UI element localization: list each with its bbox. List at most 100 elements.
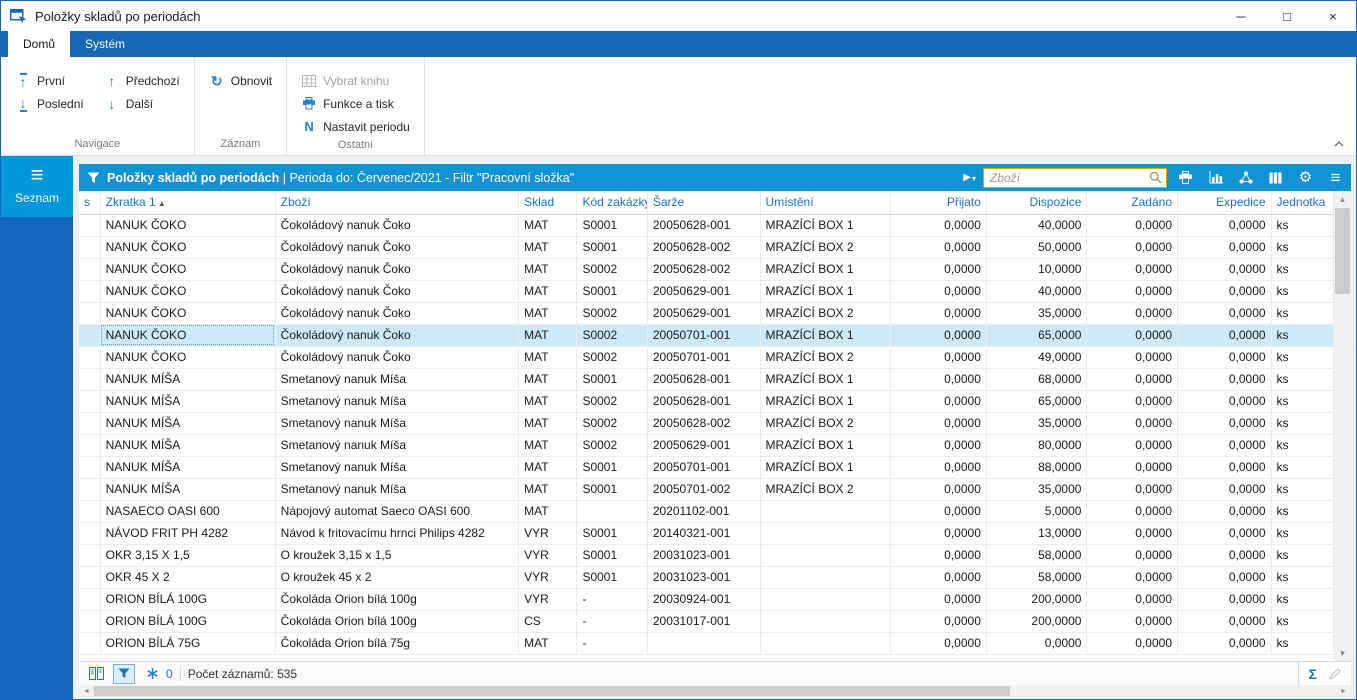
cell-sklad: MAT [519, 214, 577, 236]
cell-dispozice: 13,0000 [986, 522, 1087, 544]
cell-kod-zakazky: S0001 [577, 478, 647, 500]
close-button[interactable]: × [1310, 1, 1356, 31]
table-row[interactable]: NANUK ČOKOČokoládový nanuk ČokoMATS00012… [79, 214, 1334, 236]
table-row[interactable]: NANUK ČOKOČokoládový nanuk ČokoMATS00022… [79, 258, 1334, 280]
vertical-scroll-thumb[interactable] [1335, 208, 1350, 294]
cell-jednotka: ks [1271, 588, 1333, 610]
cell-expedice: 0,0000 [1178, 544, 1272, 566]
table-row[interactable]: NANUK MÍŠASmetanový nanuk MíšaMATS000220… [79, 434, 1334, 456]
scroll-up-button[interactable]: ▲ [1334, 191, 1351, 207]
table-row[interactable]: ORION BÍLÁ 75GČokoláda Orion bílá 75gMAT… [79, 632, 1334, 654]
column-header-s[interactable]: s [79, 191, 100, 214]
horizontal-scrollbar[interactable]: ◄ ► [79, 685, 1351, 697]
table-row[interactable]: NANUK MÍŠASmetanový nanuk MíšaMATS000120… [79, 456, 1334, 478]
table-row[interactable]: NANUK MÍŠASmetanový nanuk MíšaMATS000220… [79, 412, 1334, 434]
table-row[interactable]: ORION BÍLÁ 100GČokoláda Orion bílá 100gC… [79, 610, 1334, 632]
print-toolbar-button[interactable] [1174, 167, 1197, 189]
next-button[interactable]: ↓ Další [100, 97, 184, 111]
settings-toolbar-button[interactable]: ⚙ [1294, 167, 1317, 189]
cell-umisteni: MRAZÍCÍ BOX 1 [760, 390, 891, 412]
select-book-icon [301, 75, 317, 87]
asterisk-icon [147, 668, 158, 679]
grid-area: sZkratka 1 ▲ZbožíSkladKód zakázkyŠaržeUm… [79, 191, 1351, 661]
column-header-umisteni[interactable]: Umístění [760, 191, 891, 214]
cell-sklad: MAT [519, 478, 577, 500]
cell-expedice: 0,0000 [1178, 346, 1272, 368]
table-row[interactable]: NANUK ČOKOČokoládový nanuk ČokoMATS00022… [79, 346, 1334, 368]
column-header-zbozi[interactable]: Zboží [275, 191, 518, 214]
functions-print-button[interactable]: Funkce a tisk [297, 92, 414, 115]
relations-toolbar-button[interactable] [1234, 167, 1257, 189]
first-button[interactable]: ↑ První [11, 73, 88, 89]
cell-jednotka: ks [1271, 258, 1333, 280]
column-header-zkratka1[interactable]: Zkratka 1 ▲ [100, 191, 275, 214]
cell-umisteni: MRAZÍCÍ BOX 1 [760, 434, 891, 456]
sum-button[interactable]: Σ [1309, 667, 1317, 681]
tab-domu[interactable]: Domů [8, 31, 70, 57]
table-row[interactable]: NANUK ČOKOČokoládový nanuk ČokoMATS00022… [79, 302, 1334, 324]
table-row[interactable]: NANUK MÍŠASmetanový nanuk MíšaMATS000120… [79, 368, 1334, 390]
cell-zbozi: Návod k fritovacímu hrnci Philips 4282 [275, 522, 518, 544]
table-row[interactable]: NANUK ČOKOČokoládový nanuk ČokoMATS00022… [79, 324, 1334, 346]
set-period-button[interactable]: N Nastavit periodu [297, 115, 414, 138]
cell-zkratka1: NASAECO OASI 600 [100, 500, 275, 522]
filter-toggle-button[interactable] [113, 664, 135, 684]
columns-toolbar-button[interactable] [1264, 167, 1287, 189]
panel-title-rest: | Perioda do: Červenec/2021 - Filtr "Pra… [279, 171, 574, 185]
records-table: sZkratka 1 ▲ZbožíSkladKód zakázkyŠaržeUm… [79, 191, 1334, 655]
horizontal-scroll-thumb[interactable] [94, 686, 1010, 696]
collapse-ribbon-button[interactable] [1334, 136, 1344, 150]
cell-prijato: 0,0000 [891, 610, 987, 632]
last-button[interactable]: ↓ Poslední [11, 96, 88, 112]
cell-s [79, 588, 100, 610]
chart-toolbar-button[interactable] [1204, 167, 1227, 189]
table-row[interactable]: NÁVOD FRIT PH 4282Návod k fritovacímu hr… [79, 522, 1334, 544]
table-row[interactable]: OKR 45 X 2O kroužek 45 x 2VYRS0001200310… [79, 566, 1334, 588]
relations-count-button[interactable] [142, 664, 162, 684]
column-header-zadano[interactable]: Zadáno [1087, 191, 1178, 214]
menu-icon[interactable]: ≡ [31, 166, 44, 184]
table-row[interactable]: NASAECO OASI 600Nápojový automat Saeco O… [79, 500, 1334, 522]
column-header-jednotka[interactable]: Jednotka [1271, 191, 1333, 214]
minimize-button[interactable]: ─ [1218, 1, 1264, 31]
column-header-expedice[interactable]: Expedice [1178, 191, 1272, 214]
sidebar-item-seznam[interactable]: ≡ Seznam [1, 156, 73, 217]
maximize-button[interactable]: □ [1264, 1, 1310, 31]
cell-expedice: 0,0000 [1178, 368, 1272, 390]
scroll-left-button[interactable]: ◄ [79, 688, 94, 695]
table-row[interactable]: ORION BÍLÁ 100GČokoláda Orion bílá 100gV… [79, 588, 1334, 610]
detail-view-button[interactable] [86, 664, 106, 684]
table-row[interactable]: NANUK MÍŠASmetanový nanuk MíšaMATS000120… [79, 478, 1334, 500]
tab-system[interactable]: Systém [70, 31, 140, 57]
app-icon [10, 8, 27, 24]
column-header-sarze[interactable]: Šarže [647, 191, 760, 214]
cell-sklad: MAT [519, 390, 577, 412]
cell-kod-zakazky: S0002 [577, 302, 647, 324]
scroll-right-button[interactable]: ► [1336, 688, 1351, 695]
scroll-down-button[interactable]: ▼ [1334, 645, 1351, 661]
cell-prijato: 0,0000 [891, 500, 987, 522]
column-header-sklad[interactable]: Sklad [519, 191, 577, 214]
cell-umisteni: MRAZÍCÍ BOX 1 [760, 280, 891, 302]
column-header-prijato[interactable]: Přijato [891, 191, 987, 214]
table-row[interactable]: NANUK ČOKOČokoládový nanuk ČokoMATS00012… [79, 280, 1334, 302]
table-row[interactable]: NANUK ČOKOČokoládový nanuk ČokoMATS00012… [79, 236, 1334, 258]
cell-umisteni: MRAZÍCÍ BOX 1 [760, 368, 891, 390]
group-label-ostatni: Ostatní [287, 138, 424, 155]
search-input[interactable] [986, 171, 1149, 185]
panel-menu-button[interactable]: ≡ [1324, 167, 1347, 189]
vertical-scrollbar[interactable]: ▲ ▼ [1334, 191, 1351, 661]
select-book-button[interactable]: Vybrat knihu [297, 69, 414, 92]
cell-zadano: 0,0000 [1087, 258, 1178, 280]
search-icon[interactable] [1149, 171, 1162, 184]
run-query-button[interactable]: ▶ ▾ [963, 173, 976, 183]
table-row[interactable]: NANUK MÍŠASmetanový nanuk MíšaMATS000220… [79, 390, 1334, 412]
printer-icon [1178, 171, 1193, 184]
refresh-button[interactable]: ↻ Obnovit [205, 69, 276, 92]
column-header-kod-zakazky[interactable]: Kód zakázky [577, 191, 647, 214]
previous-button[interactable]: ↑ Předchozí [100, 74, 184, 88]
cell-umisteni: MRAZÍCÍ BOX 2 [760, 412, 891, 434]
edit-button[interactable] [1329, 668, 1341, 680]
table-row[interactable]: OKR 3,15 X 1,5O kroužek 3,15 x 1,5VYRS00… [79, 544, 1334, 566]
column-header-dispozice[interactable]: Dispozice [986, 191, 1087, 214]
